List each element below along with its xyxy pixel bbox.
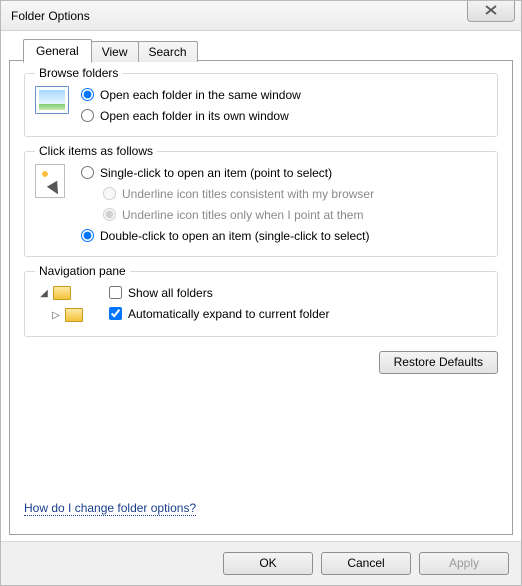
help-link[interactable]: How do I change folder options? bbox=[24, 501, 196, 516]
tree-collapse-icon: ◢ bbox=[39, 288, 49, 299]
radio-underline-browser: Underline icon titles consistent with my… bbox=[81, 183, 487, 204]
group-navigation-pane: Navigation pane ◢ ▷ bbox=[24, 271, 498, 337]
radio-own-window-input[interactable] bbox=[81, 109, 94, 122]
radio-same-window-input[interactable] bbox=[81, 88, 94, 101]
restore-defaults-button[interactable]: Restore Defaults bbox=[379, 351, 498, 374]
cancel-button[interactable]: Cancel bbox=[321, 552, 411, 575]
apply-button[interactable]: Apply bbox=[419, 552, 509, 575]
window-thumb-icon bbox=[35, 86, 69, 114]
tree-expand-icon: ▷ bbox=[51, 310, 61, 321]
check-auto-expand[interactable]: Automatically expand to current folder bbox=[109, 303, 329, 324]
folder-options-dialog: Folder Options General View Search Brows… bbox=[0, 0, 522, 586]
group-click-items: Click items as follows Single-click to o… bbox=[24, 151, 498, 257]
radio-single-click[interactable]: Single-click to open an item (point to s… bbox=[81, 162, 487, 183]
check-auto-expand-input[interactable] bbox=[109, 307, 122, 320]
radio-same-window[interactable]: Open each folder in the same window bbox=[81, 84, 487, 105]
group-legend: Click items as follows bbox=[35, 144, 157, 158]
check-show-all-folders-input[interactable] bbox=[109, 286, 122, 299]
radio-underline-point: Underline icon titles only when I point … bbox=[81, 204, 487, 225]
folder-icon bbox=[65, 308, 83, 322]
group-legend: Browse folders bbox=[35, 66, 122, 80]
radio-double-click-input[interactable] bbox=[81, 229, 94, 242]
browse-icon bbox=[35, 84, 81, 126]
click-icon-col bbox=[35, 162, 81, 246]
cursor-click-icon bbox=[35, 164, 65, 198]
dialog-footer: OK Cancel Apply bbox=[1, 541, 521, 585]
radio-underline-browser-input bbox=[103, 187, 116, 200]
tab-view[interactable]: View bbox=[91, 41, 139, 62]
folder-icon bbox=[53, 286, 71, 300]
ok-button[interactable]: OK bbox=[223, 552, 313, 575]
group-legend: Navigation pane bbox=[35, 264, 130, 278]
tab-panel-general: Browse folders Open each folder in the s… bbox=[9, 60, 513, 535]
check-show-all-folders[interactable]: Show all folders bbox=[109, 282, 329, 303]
tab-general[interactable]: General bbox=[23, 39, 92, 63]
nav-tree-icons: ◢ ▷ bbox=[35, 282, 89, 326]
tabstrip: General View Search bbox=[9, 39, 513, 61]
content-area: General View Search Browse folders Open … bbox=[1, 31, 521, 541]
window-title: Folder Options bbox=[11, 9, 90, 23]
radio-single-click-input[interactable] bbox=[81, 166, 94, 179]
titlebar: Folder Options bbox=[1, 1, 521, 31]
radio-double-click[interactable]: Double-click to open an item (single-cli… bbox=[81, 225, 487, 246]
close-icon bbox=[485, 4, 497, 18]
radio-own-window[interactable]: Open each folder in its own window bbox=[81, 105, 487, 126]
group-browse-folders: Browse folders Open each folder in the s… bbox=[24, 73, 498, 137]
close-button[interactable] bbox=[467, 1, 515, 22]
tab-search[interactable]: Search bbox=[138, 41, 198, 62]
radio-underline-point-input bbox=[103, 208, 116, 221]
